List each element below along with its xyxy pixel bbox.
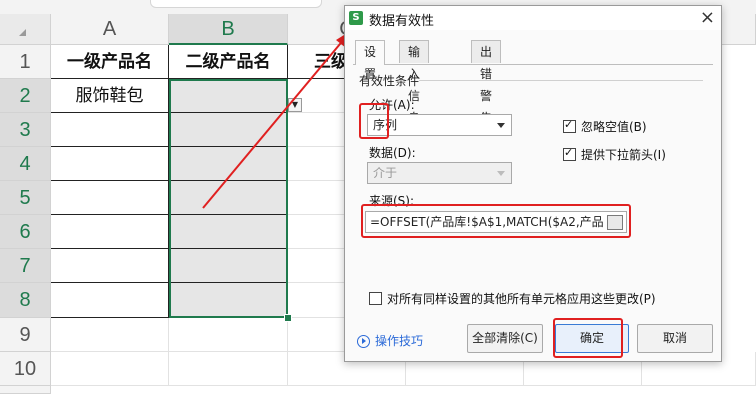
allow-select-value: 序列 [373, 118, 398, 132]
checkbox-checked-icon[interactable] [563, 118, 576, 133]
checkbox-unchecked-icon[interactable] [369, 292, 382, 305]
app-logo-icon: S [349, 11, 363, 25]
clear-all-button[interactable]: 全部清除(C) [467, 324, 543, 353]
group-divider [419, 80, 703, 81]
tips-link[interactable]: 操作技巧 [375, 332, 423, 349]
tab-settings[interactable]: 设置 [355, 40, 386, 81]
source-input-value: =OFFSET(产品库!$A$1,MATCH($A2,产品 [370, 215, 604, 229]
data-select-value: 介于 [373, 166, 398, 180]
range-picker-icon[interactable] [607, 215, 623, 230]
tab-input-message[interactable]: 输入信息 [399, 40, 430, 125]
checkbox-checked-icon[interactable] [563, 146, 576, 161]
chevron-down-icon [497, 171, 505, 176]
source-input[interactable]: =OFFSET(产品库!$A$1,MATCH($A2,产品 [365, 211, 627, 233]
dialog-title-bar[interactable]: S 数据有效性 × [345, 6, 721, 30]
tab-error-alert[interactable]: 出错警告 [471, 40, 502, 125]
data-label: 数据(D): [369, 146, 416, 160]
allow-select[interactable]: 序列 [367, 114, 512, 136]
chevron-down-icon [497, 123, 505, 128]
apply-all-label: 对所有同样设置的其他所有单元格应用这些更改(P) [387, 292, 656, 306]
dropdown-arrow-checkbox[interactable]: 提供下拉箭头(I) [563, 146, 666, 163]
dialog-title: 数据有效性 [369, 14, 435, 29]
cancel-button[interactable]: 取消 [637, 324, 713, 353]
play-circle-icon[interactable] [357, 335, 370, 348]
ignore-blank-checkbox[interactable]: 忽略空值(B) [563, 118, 647, 135]
close-icon[interactable]: × [700, 7, 715, 28]
data-select[interactable]: 介于 [367, 162, 512, 184]
source-label: 来源(S): [369, 194, 415, 208]
ignore-blank-label: 忽略空值(B) [581, 120, 647, 134]
data-validation-dialog: S 数据有效性 × 设置 输入信息 出错警告 有效性条件 允许(A): 序列 数… [344, 5, 722, 362]
apply-all-checkbox[interactable]: 对所有同样设置的其他所有单元格应用这些更改(P) [369, 290, 656, 307]
dropdown-arrow-label: 提供下拉箭头(I) [581, 148, 666, 162]
allow-label: 允许(A): [369, 98, 415, 112]
ok-button[interactable]: 确定 [555, 324, 629, 353]
